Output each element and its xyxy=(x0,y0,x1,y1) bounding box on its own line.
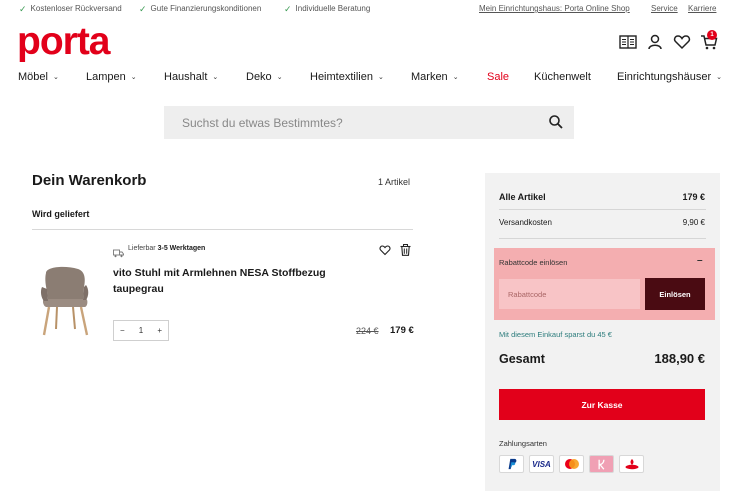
usp-label: Individuelle Beratung xyxy=(295,4,371,13)
wishlist-icon[interactable] xyxy=(379,243,391,256)
search-input[interactable] xyxy=(164,106,534,139)
nav-label: Lampen xyxy=(86,71,126,83)
chevron-down-icon: ⌄ xyxy=(377,74,384,81)
nav-item-marken[interactable]: Marken ⌄ xyxy=(411,71,459,83)
nav-label: Haushalt xyxy=(164,71,208,83)
product-image[interactable] xyxy=(36,263,94,338)
store-link[interactable]: Mein Einrichtungshaus: Porta Online Shop xyxy=(479,4,630,13)
catalog-icon[interactable] xyxy=(619,34,637,50)
shipping-value: 9,90 € xyxy=(682,218,705,227)
paypal-icon xyxy=(499,455,524,473)
wishlist-icon[interactable] xyxy=(673,34,691,50)
collapse-toggle[interactable]: – xyxy=(697,255,703,266)
total-label: Gesamt xyxy=(499,352,545,366)
career-link[interactable]: Karriere xyxy=(688,4,716,13)
quantity-stepper: − 1 + xyxy=(113,320,169,341)
coupon-title[interactable]: Rabattcode einlösen xyxy=(499,258,567,267)
account-icon[interactable] xyxy=(646,34,664,50)
nav-item-kuechenwelt[interactable]: Küchenwelt xyxy=(534,71,591,83)
item-price: 179 € xyxy=(390,325,414,336)
usp-bar: ✓ Kostenloser Rückversand ✓ Gute Finanzi… xyxy=(0,0,740,18)
savings-note: Mit diesem Einkauf sparst du 45 € xyxy=(499,330,612,339)
mastercard-icon xyxy=(559,455,584,473)
availability: Lieferbar 3-5 Werktagen xyxy=(128,245,205,252)
nav-item-moebel[interactable]: Möbel ⌄ xyxy=(18,71,59,83)
shipping-label: Versandkosten xyxy=(499,218,552,227)
all-items-value: 179 € xyxy=(682,192,705,202)
check-icon: ✓ xyxy=(139,3,147,14)
nav-label: Küchenwelt xyxy=(534,71,591,83)
usp-item: ✓ Individuelle Beratung xyxy=(284,4,370,13)
increase-button[interactable]: + xyxy=(157,326,162,335)
cart-badge: 1 xyxy=(707,30,717,40)
porta-logo[interactable]: porta xyxy=(17,20,110,64)
service-link[interactable]: Service xyxy=(651,4,678,13)
divider xyxy=(32,229,413,230)
nav-item-einrichtungshaeuser[interactable]: Einrichtungshäuser ⌄ xyxy=(617,71,722,83)
chevron-down-icon: ⌄ xyxy=(212,74,219,81)
divider xyxy=(499,209,706,210)
old-price: 224 € xyxy=(356,326,379,336)
total-value: 188,90 € xyxy=(654,351,705,366)
availability-days: 3-5 Werktagen xyxy=(157,245,206,252)
page-title: Dein Warenkorb xyxy=(32,172,147,189)
availability-prefix: Lieferbar xyxy=(128,245,156,252)
decrease-button[interactable]: − xyxy=(120,326,125,335)
usp-label: Kostenloser Rückversand xyxy=(30,4,122,13)
chevron-down-icon: ⌄ xyxy=(52,74,59,81)
payment-methods-title: Zahlungsarten xyxy=(499,439,547,448)
nav-item-lampen[interactable]: Lampen ⌄ xyxy=(86,71,137,83)
truck-icon xyxy=(113,245,124,258)
check-icon: ✓ xyxy=(19,3,27,14)
nav-label: Marken xyxy=(411,71,448,83)
nav-label: Möbel xyxy=(18,71,48,83)
usp-item: ✓ Kostenloser Rückversand xyxy=(19,4,122,13)
coupon-input[interactable] xyxy=(499,279,640,309)
search-icon[interactable] xyxy=(548,114,564,130)
redeem-button[interactable]: Einlösen xyxy=(645,278,705,310)
trash-icon[interactable] xyxy=(400,243,411,256)
checkout-button[interactable]: Zur Kasse xyxy=(499,389,705,420)
chevron-down-icon: ⌄ xyxy=(276,74,283,81)
quantity-value[interactable]: 1 xyxy=(139,326,143,335)
nav-item-heimtextilien[interactable]: Heimtextilien ⌄ xyxy=(310,71,384,83)
nav-item-sale[interactable]: Sale xyxy=(487,71,509,83)
product-name[interactable]: vito Stuhl mit Armlehnen NESA Stoffbezug… xyxy=(113,265,353,297)
delivery-group-title: Wird geliefert xyxy=(32,209,90,219)
santander-icon xyxy=(619,455,644,473)
nav-item-haushalt[interactable]: Haushalt ⌄ xyxy=(164,71,218,83)
cart-item-count: 1 Artikel xyxy=(378,177,411,187)
chevron-down-icon: ⌄ xyxy=(452,74,459,81)
chevron-down-icon: ⌄ xyxy=(716,74,723,81)
all-items-label: Alle Artikel xyxy=(499,192,546,202)
divider xyxy=(499,238,706,239)
klarna-icon xyxy=(589,455,614,473)
chevron-down-icon: ⌄ xyxy=(130,74,137,81)
visa-icon: VISA xyxy=(529,455,554,473)
search-bar xyxy=(164,106,574,139)
usp-label: Gute Finanzierungskonditionen xyxy=(150,4,262,13)
nav-label: Einrichtungshäuser xyxy=(617,71,712,83)
nav-label: Heimtextilien xyxy=(310,71,373,83)
nav-label: Deko xyxy=(246,71,272,83)
nav-item-deko[interactable]: Deko ⌄ xyxy=(246,71,283,83)
check-icon: ✓ xyxy=(284,3,292,14)
usp-item: ✓ Gute Finanzierungskonditionen xyxy=(139,4,261,13)
nav-label: Sale xyxy=(487,71,510,83)
